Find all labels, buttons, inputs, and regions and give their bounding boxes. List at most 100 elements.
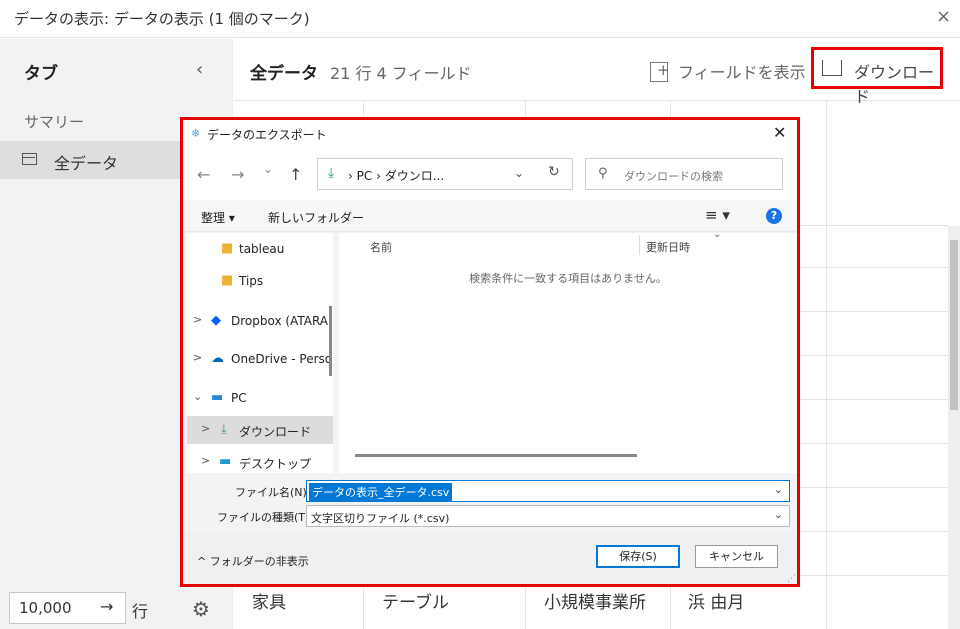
new-folder-button[interactable]: 新しいフォルダー [268, 209, 364, 226]
download-button[interactable]: ダウンロード [811, 47, 943, 106]
export-app-icon: ❄ [191, 127, 201, 140]
grid-line [800, 531, 948, 532]
tree-item-dropbox[interactable]: > ◆ Dropbox (ATARA [187, 307, 333, 335]
row-limit-value: 10,000 [19, 599, 72, 617]
breadcrumb[interactable]: › PC › ダウンロ... [348, 167, 444, 184]
scrollbar-thumb[interactable] [950, 240, 958, 410]
gear-icon[interactable]: ⚙ [192, 597, 210, 621]
tree-item-downloads[interactable]: > ⤓ ダウンロード [187, 416, 333, 444]
chevron-right-icon[interactable]: > [193, 351, 202, 364]
tree-item-label: Dropbox (ATARA [231, 314, 329, 328]
arrow-right-icon[interactable]: → [100, 597, 113, 616]
chevron-right-icon[interactable]: > [193, 313, 202, 326]
tree-item-label: ダウンロード [239, 425, 312, 439]
filetype-value: 文字区切りファイル (*.csv) [311, 512, 450, 525]
table-cell: 小規模事業所 [544, 593, 646, 613]
grid-line [800, 399, 948, 400]
tree-item-desktop[interactable]: > ▬ デスクトップ [187, 448, 333, 473]
tree-item-label: PC [231, 391, 247, 405]
download-icon: ⤓ [221, 422, 227, 437]
onedrive-icon: ☁ [211, 351, 224, 366]
row-field-count: 21 行 4 フィールド [330, 64, 472, 83]
page-title: 全データ [250, 64, 318, 84]
column-header-date[interactable]: 更新日時 [646, 239, 690, 255]
breadcrumb-pc[interactable]: PC [357, 169, 373, 183]
back-arrow-icon[interactable]: ← [197, 165, 210, 184]
save-fields: ファイル名(N): データの表示_全データ.csv ⌄ ファイルの種類(T): … [183, 473, 797, 531]
address-bar[interactable]: ⤓ › PC › ダウンロ... ⌄ ↻ [317, 158, 573, 190]
help-icon[interactable]: ? [766, 208, 782, 224]
dialog-toolbar: 整理 ▾ 新しいフォルダー ≡ ▾ ? [183, 200, 797, 232]
chevron-right-icon[interactable]: > [201, 422, 210, 435]
folder-icon: ■ [221, 241, 234, 256]
view-menu-icon[interactable]: ≡ ▾ [705, 206, 730, 224]
grid-line [800, 311, 948, 312]
cancel-button[interactable]: キャンセル [695, 545, 778, 568]
chevron-down-icon[interactable]: ⌄ [774, 483, 783, 496]
close-icon[interactable]: × [936, 6, 951, 27]
desktop-icon: ▬ [219, 454, 232, 469]
export-dialog: ❄ データのエクスポート ✕ ← → ⌄ ↑ ⤓ › PC › ダウンロ... … [180, 117, 800, 587]
row-limit-input[interactable]: 10,000 → [9, 592, 126, 624]
file-list-scrollbar[interactable] [355, 454, 637, 457]
collapse-chevron-icon[interactable]: ‹ [196, 59, 203, 80]
column-header-name[interactable]: 名前 [370, 239, 392, 255]
folder-tree: ■ tableau ■ Tips > ◆ Dropbox (ATARA > ☁ … [187, 233, 333, 473]
tree-item-label: OneDrive - Perso [231, 352, 333, 366]
grid-line [800, 355, 948, 356]
search-input[interactable]: ⚲ ダウンロードの検索 [585, 158, 783, 190]
tree-item-label: Tips [239, 274, 264, 288]
tree-item-tableau[interactable]: ■ tableau [187, 235, 333, 263]
recent-locations-icon[interactable]: ⌄ [263, 162, 273, 176]
up-arrow-icon[interactable]: ↑ [289, 165, 302, 184]
sidebar-heading: タブ [24, 64, 58, 84]
tree-scrollbar[interactable] [329, 306, 332, 376]
chevron-down-icon[interactable]: ⌄ [193, 390, 202, 403]
dropbox-icon: ◆ [211, 313, 221, 328]
grid-line [800, 267, 948, 268]
search-placeholder: ダウンロードの検索 [624, 170, 723, 183]
hide-folders-toggle[interactable]: ^ フォルダーの非表示 [197, 553, 309, 569]
table-cell: 浜 由月 [688, 593, 745, 613]
save-button[interactable]: 保存(S) [596, 545, 680, 568]
breadcrumb-sep: › [376, 169, 381, 183]
tree-item-pc[interactable]: ⌄ ▬ PC [187, 384, 333, 412]
chevron-right-icon[interactable]: > [201, 454, 210, 467]
breadcrumb-sep: › [348, 169, 353, 183]
filename-label: ファイル名(N): [235, 486, 311, 499]
sort-chevron-icon: ⌄ [713, 229, 722, 240]
chevron-down-icon[interactable]: ⌄ [774, 508, 783, 521]
grid-line [800, 443, 948, 444]
rows-label: 行 [132, 602, 149, 621]
folder-icon: ■ [221, 273, 234, 288]
breadcrumb-folder[interactable]: ダウンロ... [385, 169, 444, 183]
filename-value: データの表示_全データ.csv [309, 483, 453, 501]
download-icon [822, 60, 842, 76]
dialog-footer: ^ フォルダーの非表示 保存(S) キャンセル [183, 534, 797, 584]
resize-grip-icon[interactable]: ⋰ [787, 574, 796, 584]
download-label: ダウンロード [854, 63, 935, 106]
show-fields-button[interactable]: フィールドを表示 [650, 59, 806, 83]
refresh-icon[interactable]: ↻ [548, 164, 560, 180]
tree-item-onedrive[interactable]: > ☁ OneDrive - Perso [187, 345, 333, 373]
sidebar-item-summary[interactable]: サマリー [24, 111, 84, 132]
close-icon[interactable]: ✕ [773, 123, 786, 142]
filename-field[interactable]: データの表示_全データ.csv ⌄ [306, 480, 790, 502]
table-cell: テーブル [382, 593, 449, 613]
forward-arrow-icon[interactable]: → [231, 165, 244, 184]
table-cell: 家具 [252, 593, 286, 613]
grid-line [826, 101, 827, 629]
table-scrollbar[interactable] [948, 226, 960, 629]
organize-menu[interactable]: 整理 ▾ [201, 209, 235, 226]
table-icon [22, 153, 37, 165]
search-icon: ⚲ [598, 166, 608, 181]
file-list: 名前 更新日時 ⌄ 検索条件に一致する項目はありません。 [339, 229, 797, 473]
grid-line [800, 487, 948, 488]
tree-item-tips[interactable]: ■ Tips [187, 267, 333, 295]
tree-item-label: デスクトップ [239, 457, 312, 471]
chevron-down-icon[interactable]: ⌄ [514, 166, 524, 180]
column-divider[interactable] [639, 235, 640, 255]
add-field-icon [650, 61, 670, 82]
empty-message: 検索条件に一致する項目はありません。 [469, 272, 667, 285]
filetype-select[interactable]: 文字区切りファイル (*.csv) ⌄ [306, 505, 790, 527]
